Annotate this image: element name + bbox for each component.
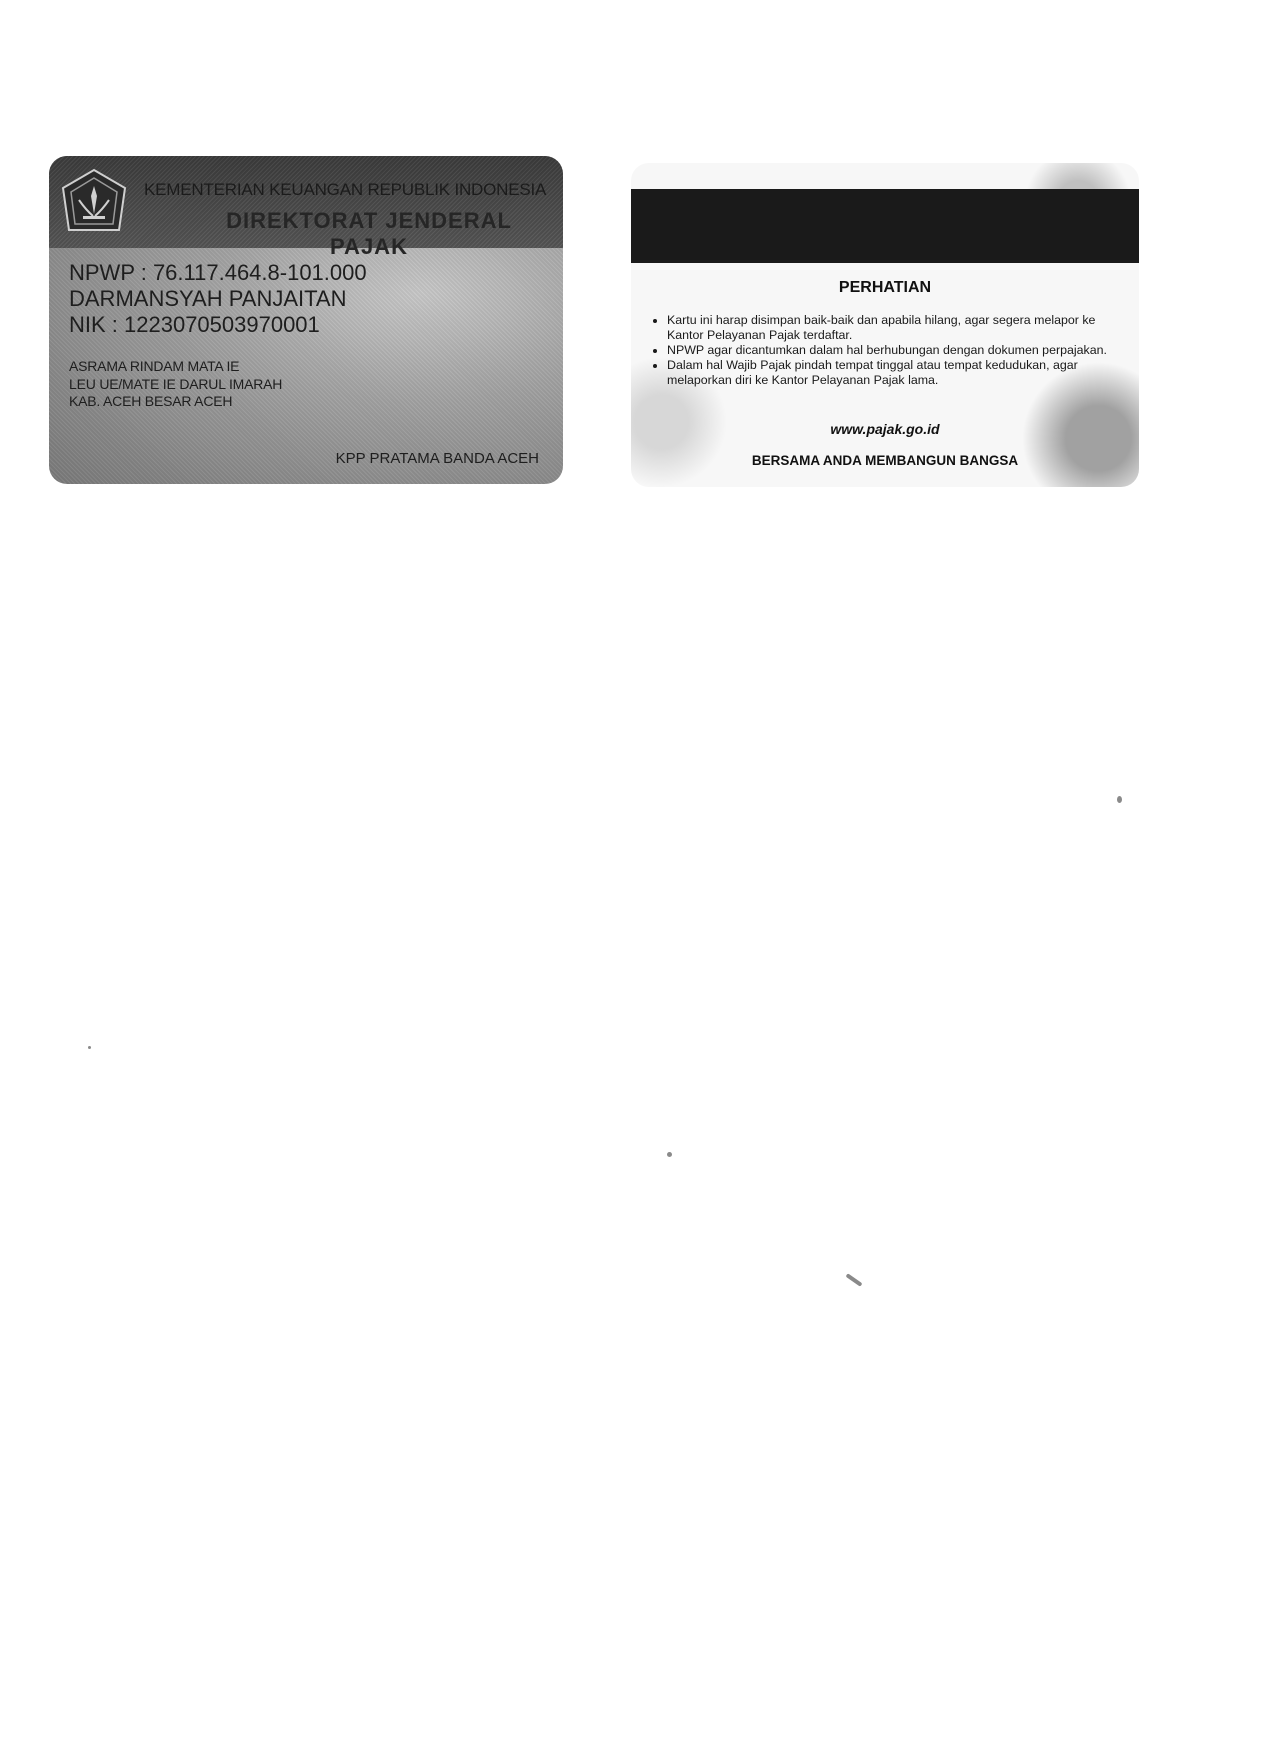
slogan: BERSAMA ANDA MEMBANGUN BANGSA [751, 453, 1019, 468]
address-line: ASRAMA RINDAM MATA IE [69, 358, 240, 374]
notice-title: PERHATIAN [838, 279, 932, 296]
address-line: KAB. ACEH BESAR ACEH [69, 393, 233, 409]
notice-item: Dalam hal Wajib Pajak pindah tempat ting… [667, 358, 1135, 388]
ministry-name: KEMENTERIAN KEUANGAN REPUBLIK INDONESIA [144, 180, 547, 199]
magnetic-stripe [631, 189, 1139, 263]
npwp-card-front: KEMENTERIAN KEUANGAN REPUBLIK INDONESIA … [49, 156, 563, 484]
ministry-emblem-icon [61, 168, 127, 231]
npwp-card-back: PERHATIAN Kartu ini harap disimpan baik-… [631, 163, 1139, 487]
scan-speck [667, 1152, 672, 1157]
scan-speck [1117, 796, 1122, 803]
notice-item: NPWP agar dicantumkan dalam hal berhubun… [667, 343, 1135, 358]
notice-list: Kartu ini harap disimpan baik-baik dan a… [653, 313, 1135, 388]
npwp-number: NPWP : 76.117.464.8-101.000 [69, 260, 367, 285]
scan-speck [845, 1273, 863, 1287]
tax-office-name: KPP PRATAMA BANDA ACEH [335, 450, 539, 467]
directorate-name: DIREKTORAT JENDERAL PAJAK [226, 208, 512, 259]
address-line: LEU UE/MATE IE DARUL IMARAH [69, 376, 283, 392]
scan-speck [88, 1046, 91, 1049]
nik-number: NIK : 1223070503970001 [69, 312, 320, 337]
taxpayer-name: DARMANSYAH PANJAITAN [69, 286, 347, 311]
notice-item: Kartu ini harap disimpan baik-baik dan a… [667, 313, 1135, 343]
website-url: www.pajak.go.id [830, 421, 940, 437]
